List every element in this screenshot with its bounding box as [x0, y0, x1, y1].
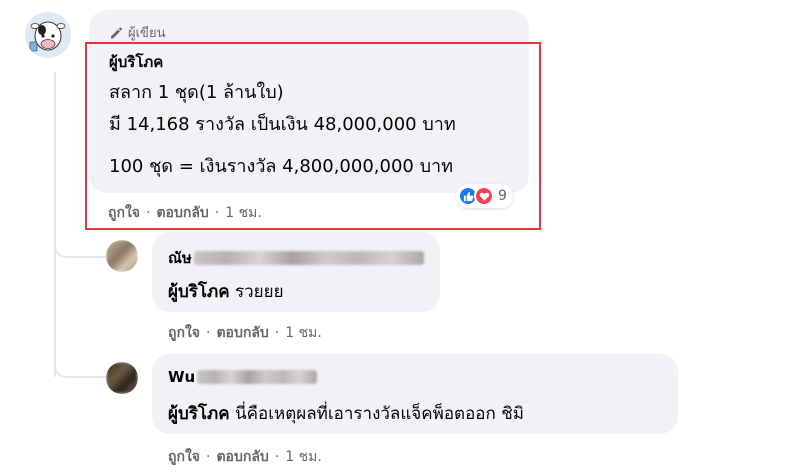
- reply-message: รวยยย: [235, 282, 284, 302]
- commenter-avatar[interactable]: [25, 12, 71, 58]
- reply-avatar[interactable]: [106, 362, 138, 394]
- reply-message: นี่คือเหตุผลที่เอารางวัลแจ็คพ็อตออก ชิมิ: [235, 404, 524, 424]
- thread-line: [54, 72, 56, 377]
- reply-button[interactable]: ตอบกลับ: [216, 446, 268, 468]
- separator-dot: ·: [274, 449, 280, 465]
- reply-author[interactable]: Wu: [168, 368, 318, 386]
- blurred-name: [193, 251, 424, 265]
- reply-text: ผู้บริโภค รวยยย: [168, 278, 284, 305]
- reply-text: ผู้บริโภค นี่คือเหตุผลที่เอารางวัลแจ็คพ็…: [168, 400, 524, 427]
- like-button[interactable]: ถูกใจ: [168, 446, 200, 468]
- pencil-icon: [111, 26, 123, 38]
- separator-dot: ·: [206, 449, 211, 465]
- thread-branch: [54, 362, 106, 378]
- reply-actions: ถูกใจ · ตอบกลับ · 1 ชม.: [168, 446, 322, 468]
- separator-dot: ·: [274, 325, 280, 341]
- reply-avatar[interactable]: [106, 240, 138, 272]
- reply-author-name: Wu: [168, 368, 196, 386]
- reply-bubble: Wu ผู้บริโภค นี่คือเหตุผลที่เอารางวัลแจ็…: [152, 354, 678, 434]
- reply-timestamp[interactable]: 1 ชม.: [285, 322, 322, 344]
- reply-author-name: ณัษ: [168, 249, 192, 267]
- reply-author[interactable]: ณัษ: [168, 246, 424, 270]
- mention-link[interactable]: ผู้บริโภค: [168, 404, 230, 424]
- reply-actions: ถูกใจ · ตอบกลับ · 1 ชม.: [168, 322, 322, 344]
- cow-avatar-icon: [25, 12, 71, 58]
- mention-link[interactable]: ผู้บริโภค: [168, 282, 230, 302]
- reply-timestamp[interactable]: 1 ชม.: [285, 446, 322, 468]
- reply-button[interactable]: ตอบกลับ: [216, 322, 268, 344]
- author-badge: ผู้เขียน: [109, 22, 165, 43]
- blurred-name: [197, 370, 318, 384]
- like-button[interactable]: ถูกใจ: [168, 322, 200, 344]
- separator-dot: ·: [206, 325, 211, 341]
- author-badge-label: ผู้เขียน: [128, 26, 166, 41]
- highlight-box: [85, 42, 541, 230]
- reply-bubble: ณัษ ผู้บริโภค รวยยย: [152, 232, 440, 312]
- thread-branch: [54, 242, 106, 258]
